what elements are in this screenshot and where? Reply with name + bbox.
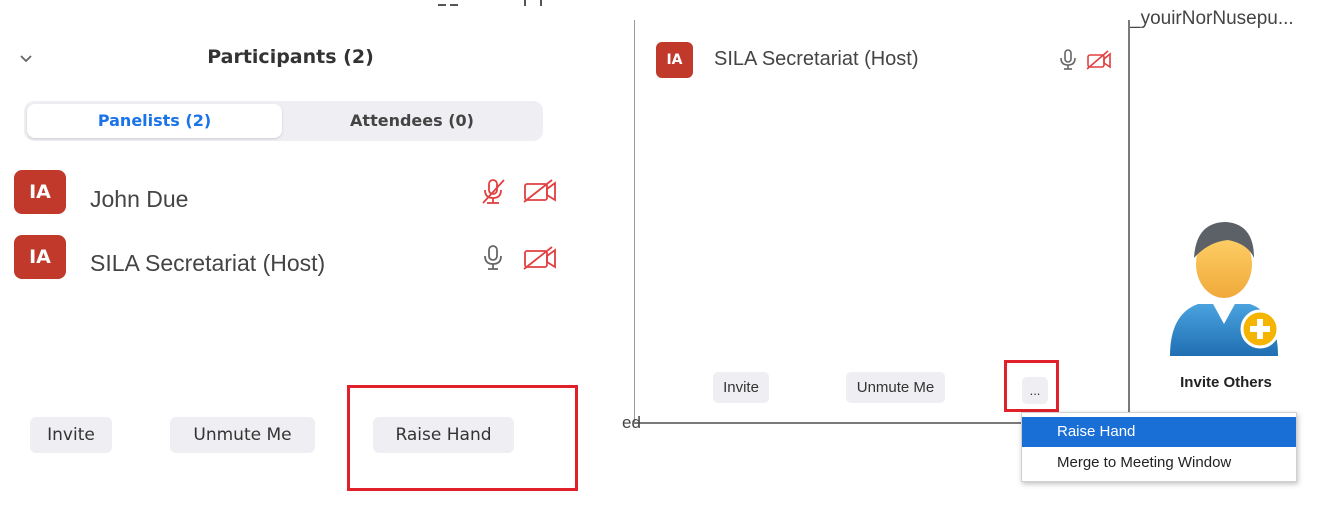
menu-item-merge-window[interactable]: Merge to Meeting Window: [1022, 448, 1296, 478]
highlight-box: [1004, 360, 1059, 412]
avatar: IA: [656, 42, 693, 78]
tab-panelists[interactable]: Panelists (2): [27, 101, 282, 141]
cropped-text-fragment: [438, 0, 542, 6]
avatar: IA: [14, 235, 66, 279]
invite-others-icon[interactable]: [1168, 214, 1280, 362]
video-off-icon[interactable]: [522, 245, 558, 271]
invite-button[interactable]: Invite: [30, 417, 112, 453]
avatar: IA: [14, 170, 66, 214]
tab-attendees[interactable]: Attendees (0): [284, 101, 540, 141]
participant-name: SILA Secretariat (Host): [714, 48, 919, 70]
video-off-icon[interactable]: [522, 178, 558, 204]
invite-button[interactable]: Invite: [713, 372, 769, 403]
context-menu: Raise Hand Merge to Meeting Window: [1021, 412, 1297, 482]
unmute-button[interactable]: Unmute Me: [170, 417, 315, 453]
participant-tabs: Panelists (2) Attendees (0): [24, 101, 543, 141]
unmute-button[interactable]: Unmute Me: [846, 372, 945, 403]
panel-title: Participants (2): [207, 46, 374, 68]
invite-others-label[interactable]: Invite Others: [1170, 374, 1282, 391]
menu-item-raise-hand[interactable]: Raise Hand: [1022, 417, 1296, 447]
mic-icon[interactable]: [1059, 48, 1077, 72]
video-off-icon[interactable]: [1086, 50, 1112, 70]
cropped-edge-text: ed: [622, 413, 641, 432]
participant-name: SILA Secretariat (Host): [90, 250, 326, 276]
participant-name: John Due: [90, 186, 189, 212]
mic-icon[interactable]: [482, 244, 504, 272]
cropped-side-text: _youirNorNusepu...: [1130, 8, 1294, 29]
highlight-box: [347, 385, 578, 491]
mic-muted-icon[interactable]: [478, 176, 508, 206]
